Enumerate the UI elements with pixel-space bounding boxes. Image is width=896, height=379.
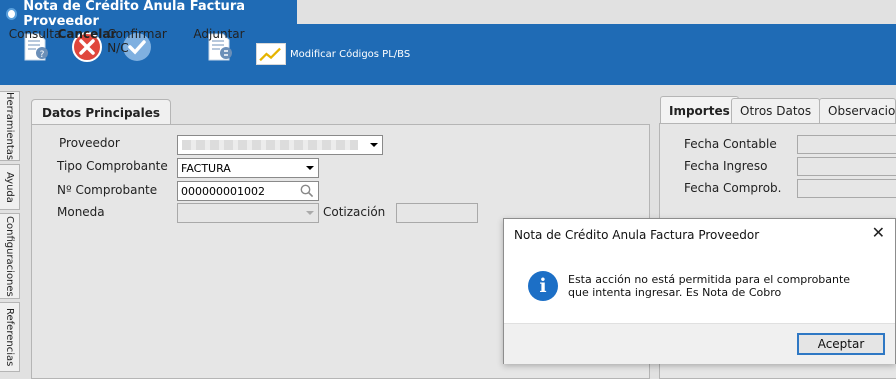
tab-observaciones[interactable]: Observaciones xyxy=(819,98,896,123)
moneda-label: Moneda xyxy=(57,205,105,219)
dialog-message: Esta acción no está permitida para el co… xyxy=(568,273,851,299)
fecha-comprob-field[interactable] xyxy=(797,179,896,198)
modificar-codigos-button[interactable]: Modificar Códigos PL/BS xyxy=(256,43,410,65)
adjuntar-label: Adjuntar xyxy=(193,27,245,41)
search-icon[interactable] xyxy=(300,184,314,198)
message-dialog: Nota de Crédito Anula Factura Proveedor … xyxy=(503,218,896,364)
fecha-comprob-label: Fecha Comprob. xyxy=(684,181,782,195)
consulta-button[interactable]: ? Consulta xyxy=(9,27,61,67)
sidetab-configuraciones[interactable]: Configuraciones xyxy=(0,213,20,299)
chevron-down-icon xyxy=(306,166,314,170)
moneda-select[interactable] xyxy=(177,203,319,223)
cotizacion-input[interactable] xyxy=(396,203,478,223)
tipo-comprobante-select[interactable]: FACTURA xyxy=(177,158,319,178)
proveedor-select[interactable] xyxy=(177,135,383,155)
consulta-label: Consulta xyxy=(8,27,62,41)
numero-comprobante-label: Nº Comprobante xyxy=(57,183,158,197)
chart-line-icon xyxy=(256,43,286,65)
tab-datos-principales[interactable]: Datos Principales xyxy=(31,99,172,125)
window-tab[interactable]: Nota de Crédito Anula Factura Proveedor xyxy=(0,0,297,29)
tipo-comprobante-label: Tipo Comprobante xyxy=(57,159,168,173)
sidetab-herramientas[interactable]: Herramientas xyxy=(0,91,20,161)
sidetab-referencias[interactable]: Referencias xyxy=(0,302,20,372)
svg-text:?: ? xyxy=(40,50,45,60)
fecha-ingreso-label: Fecha Ingreso xyxy=(684,159,768,173)
side-tabs: Herramientas Ayuda Configuraciones Refer… xyxy=(0,91,20,379)
numero-comprobante-value: 000000001002 xyxy=(181,184,265,198)
redacted-value xyxy=(182,140,358,150)
cotizacion-label: Cotización xyxy=(323,205,386,219)
tab-importes[interactable]: Importes xyxy=(660,96,739,124)
proveedor-label: Proveedor xyxy=(59,136,120,150)
title-bar: Nota de Crédito Anula Factura Proveedor xyxy=(0,0,896,29)
fecha-contable-label: Fecha Contable xyxy=(684,137,777,151)
sidetab-ayuda[interactable]: Ayuda xyxy=(0,164,20,210)
info-icon: i xyxy=(528,271,558,301)
confirmar-label: Confirmar N/C xyxy=(107,27,167,55)
aceptar-button[interactable]: Aceptar xyxy=(797,333,885,355)
dialog-body: i Esta acción no está permitida para el … xyxy=(504,253,895,323)
fecha-ingreso-field[interactable] xyxy=(797,157,896,176)
numero-comprobante-input[interactable]: 000000001002 xyxy=(177,181,319,201)
toolbar: ? Consulta Cancelar Confirmar N/C Adjunt… xyxy=(0,27,896,85)
close-icon[interactable]: ✕ xyxy=(872,225,885,241)
confirmar-button[interactable]: Confirmar N/C xyxy=(107,27,167,67)
modificar-label: Modificar Códigos PL/BS xyxy=(290,48,411,60)
adjuntar-button[interactable]: Adjuntar xyxy=(193,27,245,67)
window-title: Nota de Crédito Anula Factura Proveedor xyxy=(23,0,245,29)
chevron-down-icon xyxy=(306,211,314,215)
dialog-title: Nota de Crédito Anula Factura Proveedor xyxy=(514,228,760,242)
tab-otros-datos[interactable]: Otros Datos xyxy=(731,98,821,123)
dialog-footer: Aceptar xyxy=(504,323,895,364)
fecha-contable-field[interactable] xyxy=(797,135,896,154)
cancelar-button[interactable]: Cancelar xyxy=(58,27,116,67)
window-dot-icon xyxy=(6,7,18,20)
chevron-down-icon xyxy=(370,143,378,147)
tipo-comprobante-value: FACTURA xyxy=(181,161,231,175)
